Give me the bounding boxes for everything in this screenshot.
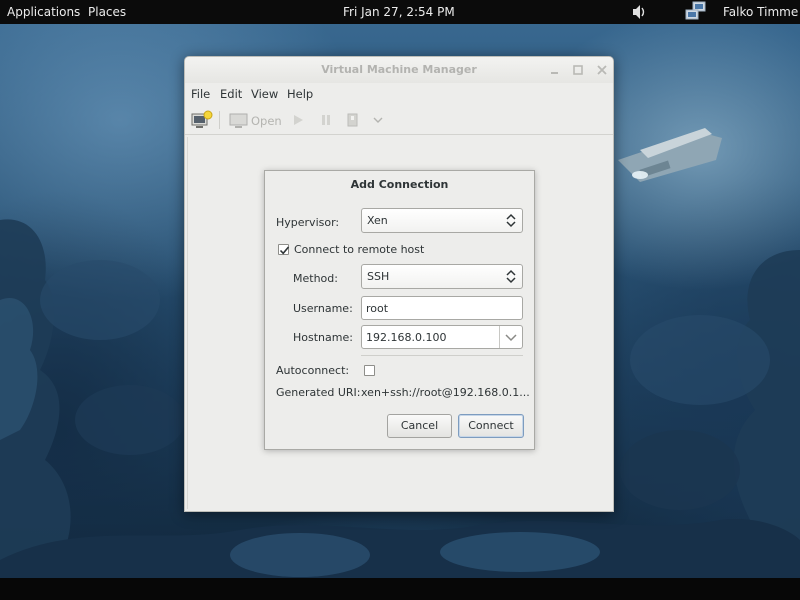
- generated-uri-value: xen+ssh://root@192.168.0.1...: [361, 386, 530, 399]
- applications-menu[interactable]: Applications: [7, 0, 80, 24]
- username-field[interactable]: [361, 296, 523, 320]
- hypervisor-select[interactable]: Xen: [361, 208, 523, 233]
- method-value: SSH: [367, 270, 390, 283]
- menu-edit[interactable]: Edit: [220, 87, 242, 101]
- add-connection-dialog: Add Connection Hypervisor: Xen Connect t…: [264, 170, 535, 450]
- chevron-down-icon[interactable]: [503, 328, 519, 346]
- autoconnect-checkbox[interactable]: [364, 365, 375, 376]
- hostname-separator: [499, 326, 500, 348]
- autoconnect-label: Autoconnect:: [276, 364, 350, 377]
- menu-view[interactable]: View: [251, 87, 278, 101]
- window-title: Virtual Machine Manager: [321, 63, 477, 76]
- clock[interactable]: Fri Jan 27, 2:54 PM: [343, 0, 455, 24]
- toolbar: Open: [185, 105, 613, 135]
- menubar: File Edit View Help: [185, 83, 613, 105]
- user-menu[interactable]: Falko Timme: [723, 0, 798, 24]
- hypervisor-value: Xen: [367, 214, 388, 227]
- connect-button[interactable]: Connect: [458, 414, 524, 438]
- dialog-separator: [361, 355, 523, 356]
- menu-help[interactable]: Help: [287, 87, 313, 101]
- shutdown-icon[interactable]: [345, 110, 359, 130]
- toolbar-separator: [219, 111, 220, 129]
- top-panel: Applications Places Fri Jan 27, 2:54 PM …: [0, 0, 800, 24]
- updown-arrows-icon: [504, 267, 518, 286]
- new-connection-icon[interactable]: [191, 110, 213, 130]
- menu-file[interactable]: File: [191, 87, 210, 101]
- remote-host-label[interactable]: Connect to remote host: [294, 243, 424, 256]
- hostname-combo-entry[interactable]: [361, 325, 523, 349]
- username-input[interactable]: [366, 301, 486, 315]
- monitor-icon: [229, 110, 249, 130]
- pause-icon[interactable]: [319, 110, 333, 130]
- username-label: Username:: [293, 302, 353, 315]
- places-menu[interactable]: Places: [88, 0, 126, 24]
- hostname-label: Hostname:: [293, 331, 353, 344]
- method-select[interactable]: SSH: [361, 264, 523, 289]
- checkmark-icon: [279, 246, 290, 255]
- bottom-panel: [0, 578, 800, 600]
- volume-icon[interactable]: [632, 0, 646, 24]
- close-icon[interactable]: [594, 62, 610, 78]
- maximize-icon[interactable]: [570, 62, 586, 78]
- wallpaper-spaceship: [618, 128, 722, 182]
- cancel-button[interactable]: Cancel: [387, 414, 452, 438]
- play-icon[interactable]: [291, 110, 305, 130]
- method-label: Method:: [293, 272, 338, 285]
- hypervisor-label: Hypervisor:: [276, 216, 340, 229]
- chevron-down-icon[interactable]: [373, 110, 383, 130]
- open-button[interactable]: Open: [251, 114, 282, 134]
- hostname-input[interactable]: [366, 330, 486, 344]
- minimize-icon[interactable]: [547, 62, 563, 78]
- updown-arrows-icon: [504, 211, 518, 230]
- network-icon[interactable]: [684, 0, 708, 24]
- dialog-title: Add Connection: [350, 178, 449, 191]
- remote-host-checkbox[interactable]: [278, 244, 290, 255]
- generated-uri-label: Generated URI:: [276, 386, 361, 399]
